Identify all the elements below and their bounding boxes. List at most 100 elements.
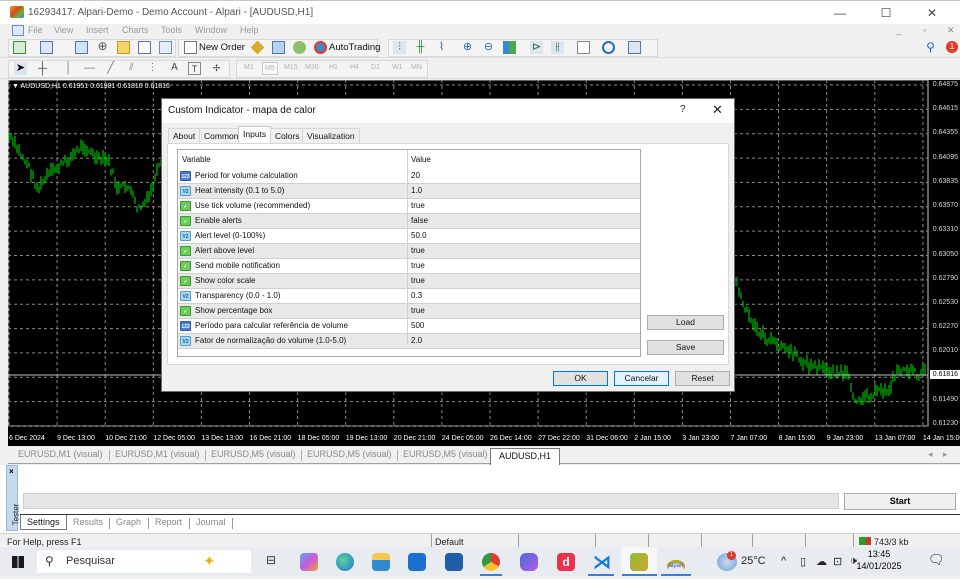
maximize-button[interactable]: ☐ xyxy=(866,3,906,23)
input-value[interactable]: 500 xyxy=(411,321,424,330)
market-icon[interactable] xyxy=(293,41,306,54)
file-explorer-icon[interactable] xyxy=(372,553,390,571)
horizontal-line-icon[interactable]: — xyxy=(83,62,96,75)
network-icon[interactable]: ⊡ xyxy=(833,555,842,568)
input-row[interactable]: V2 Heat intensity (0.1 to 5.0) 1.0 xyxy=(178,184,640,199)
tester-tab-graph[interactable]: Graph xyxy=(116,517,141,527)
text-label-icon[interactable]: T xyxy=(188,62,201,75)
timeframe-d1[interactable]: D1 xyxy=(371,64,380,71)
input-value[interactable]: true xyxy=(411,246,425,255)
reset-button[interactable]: Reset xyxy=(675,371,730,386)
input-row[interactable]: V2 Alert level (0-100%) 50.0 xyxy=(178,229,640,244)
menu-charts[interactable]: Charts xyxy=(122,25,149,35)
tester-side-bar[interactable]: × Tester xyxy=(6,465,20,531)
input-value[interactable]: 50.0 xyxy=(411,231,427,240)
auto-scroll-icon[interactable]: ⊳ xyxy=(530,41,543,54)
timeframe-m1[interactable]: M1 xyxy=(244,64,254,71)
chart-tab[interactable]: EURUSD,M5 (visual) xyxy=(403,449,488,459)
equidistant-channel-icon[interactable]: ⫽ xyxy=(125,62,138,75)
tile-windows-icon[interactable] xyxy=(503,41,516,54)
input-value[interactable]: true xyxy=(411,261,425,270)
input-row[interactable]: ✓ Enable alerts false xyxy=(178,214,640,229)
arrows-icon[interactable]: ✢ xyxy=(210,62,223,75)
save-button[interactable]: Save xyxy=(647,340,724,355)
tab-common[interactable]: Common xyxy=(199,128,244,143)
indicators-icon[interactable] xyxy=(577,41,590,54)
timeframe-h1[interactable]: H1 xyxy=(329,64,338,71)
timeframe-m30[interactable]: M30 xyxy=(305,64,319,71)
menu-file[interactable]: File xyxy=(28,25,43,35)
microsoft-365-icon[interactable] xyxy=(520,553,538,571)
strategy-tester-icon[interactable] xyxy=(159,41,172,54)
autotrading-icon[interactable] xyxy=(314,41,327,54)
close-button[interactable]: ✕ xyxy=(912,3,952,23)
new-order-button[interactable]: New Order xyxy=(199,42,245,53)
tab-about[interactable]: About xyxy=(168,128,201,143)
fibonacci-icon[interactable]: ⋮ xyxy=(146,62,159,75)
signals-icon[interactable] xyxy=(272,41,285,54)
task-view-icon[interactable]: ⊟ xyxy=(262,553,280,571)
tester-close-button[interactable]: × xyxy=(9,467,14,476)
timeframe-w1[interactable]: W1 xyxy=(392,64,403,71)
chart-tab[interactable]: EURUSD,M5 (visual) xyxy=(211,449,296,459)
tester-tab-settings[interactable]: Settings xyxy=(20,515,67,530)
periods-icon[interactable] xyxy=(602,41,615,54)
new-chart-icon[interactable] xyxy=(13,41,26,54)
load-button[interactable]: Load xyxy=(647,315,724,330)
dialog-help-button[interactable]: ? xyxy=(680,104,686,115)
zoom-in-icon[interactable]: ⊕ xyxy=(461,41,474,54)
timeframe-m15[interactable]: M15 xyxy=(284,64,298,71)
templates-icon[interactable] xyxy=(628,41,641,54)
line-chart-icon[interactable]: ⌇ xyxy=(435,41,448,54)
timeframe-h4[interactable]: H4 xyxy=(350,64,359,71)
input-value[interactable]: true xyxy=(411,276,425,285)
profiles-icon[interactable] xyxy=(40,41,53,54)
vscode-icon[interactable]: ⋊ xyxy=(593,553,611,571)
vertical-line-icon[interactable]: │ xyxy=(62,62,75,75)
tabs-scroll-left[interactable]: ◂ xyxy=(928,449,933,460)
tester-tab-results[interactable]: Results xyxy=(73,517,103,527)
dialog-close-button[interactable]: ✕ xyxy=(712,102,723,118)
tabs-scroll-right[interactable]: ▸ xyxy=(943,449,948,460)
input-row[interactable]: ✓ Send mobile notification true xyxy=(178,259,640,274)
timeframe-m5[interactable]: M5 xyxy=(262,62,278,75)
zoom-out-icon[interactable]: ⊖ xyxy=(482,41,495,54)
tester-tab-report[interactable]: Report xyxy=(155,517,182,527)
alpari-icon[interactable]: alpari xyxy=(667,553,685,571)
outlook-icon[interactable] xyxy=(408,553,426,571)
candlestick-icon[interactable]: ╫ xyxy=(414,41,427,54)
chart-window-icon[interactable] xyxy=(12,25,24,36)
menu-tools[interactable]: Tools xyxy=(161,25,182,35)
input-row[interactable]: V2 Fator de normalização do volume (1.0-5… xyxy=(178,334,640,349)
menu-insert[interactable]: Insert xyxy=(86,25,109,35)
windows-start-icon[interactable] xyxy=(12,556,24,568)
new-order-icon[interactable] xyxy=(184,41,197,54)
notifications-icon[interactable]: 🗨 xyxy=(928,552,945,568)
start-button[interactable]: Start xyxy=(844,493,956,510)
chart-tab[interactable]: EURUSD,M1 (visual) xyxy=(115,449,200,459)
tester-tab-journal[interactable]: Journal xyxy=(196,517,226,527)
tab-visualization[interactable]: Visualization xyxy=(302,128,360,143)
chrome-icon[interactable] xyxy=(482,553,500,571)
chart-tab[interactable]: EURUSD,M1 (visual) xyxy=(18,449,103,459)
tray-meet-icon[interactable]: ▯ xyxy=(800,555,806,568)
microsoft-store-icon[interactable] xyxy=(445,553,463,571)
input-value[interactable]: 0.3 xyxy=(411,291,422,300)
chart-tab[interactable]: EURUSD,M5 (visual) xyxy=(307,449,392,459)
input-value[interactable]: true xyxy=(411,201,425,210)
d-app-icon[interactable]: d xyxy=(557,553,575,571)
input-value[interactable]: 2.0 xyxy=(411,336,422,345)
chart-shift-icon[interactable]: ⫲ xyxy=(551,41,564,54)
input-row[interactable]: 123 Period for volume calculation 20 xyxy=(178,169,640,184)
input-row[interactable]: ✓ Show color scale true xyxy=(178,274,640,289)
input-row[interactable]: V2 Transparency (0.0 - 1.0) 0.3 xyxy=(178,289,640,304)
data-window-icon[interactable]: ⊕ xyxy=(96,40,109,54)
input-value[interactable]: 20 xyxy=(411,171,420,180)
terminal-icon[interactable] xyxy=(138,41,151,54)
cursor-icon[interactable]: ➤ xyxy=(14,62,27,75)
weather-temperature[interactable]: 25°C xyxy=(741,555,766,567)
copilot-icon[interactable] xyxy=(300,553,318,571)
chart-tab-active[interactable]: AUDUSD,H1 xyxy=(490,448,561,465)
cancel-button[interactable]: Cancelar xyxy=(614,371,669,386)
market-watch-icon[interactable] xyxy=(75,41,88,54)
